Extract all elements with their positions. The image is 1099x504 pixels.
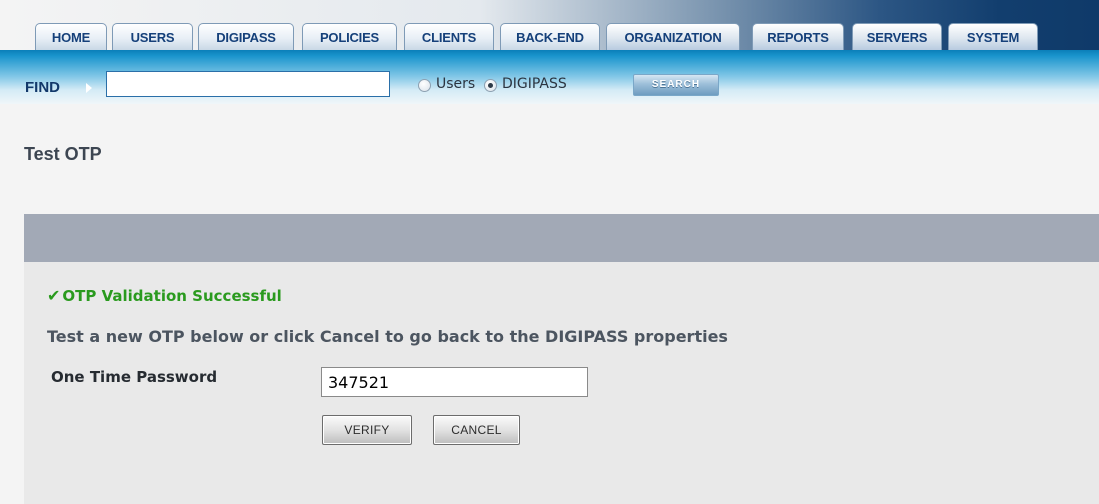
tab-back-end[interactable]: BACK-END [500,23,600,50]
tab-system[interactable]: SYSTEM [948,23,1038,50]
find-label: FIND [25,79,60,96]
tab-home[interactable]: HOME [35,23,107,50]
find-input[interactable] [106,71,390,97]
otp-label: One Time Password [51,368,218,386]
cancel-button[interactable]: CANCEL [433,415,520,445]
success-message-text: OTP Validation Successful [62,287,282,305]
tab-policies[interactable]: POLICIES [302,23,397,50]
tab-digipass[interactable]: DIGIPASS [198,23,294,50]
tab-users[interactable]: USERS [112,23,193,50]
radio-digipass-label: DIGIPASS [502,76,567,92]
chevron-right-icon [86,83,92,93]
verify-button[interactable]: VERIFY [322,415,412,445]
page-title: Test OTP [24,144,102,164]
radio-users[interactable] [418,79,431,92]
tab-reports[interactable]: REPORTS [752,23,844,50]
instructions-text: Test a new OTP below or click Cancel to … [47,327,728,346]
otp-input[interactable] [321,367,588,397]
top-navigation: HOME USERS DIGIPASS POLICIES CLIENTS BAC… [0,0,1099,50]
radio-digipass[interactable] [484,79,497,92]
radio-users-label: Users [436,76,476,92]
search-button[interactable]: SEARCH [633,74,719,96]
tab-clients[interactable]: CLIENTS [404,23,494,50]
success-message: ✔ OTP Validation Successful [47,286,282,305]
check-icon: ✔ [47,286,61,305]
tab-organization[interactable]: ORGANIZATION [606,23,740,50]
tab-servers[interactable]: SERVERS [852,23,942,50]
panel-header [24,214,1099,262]
